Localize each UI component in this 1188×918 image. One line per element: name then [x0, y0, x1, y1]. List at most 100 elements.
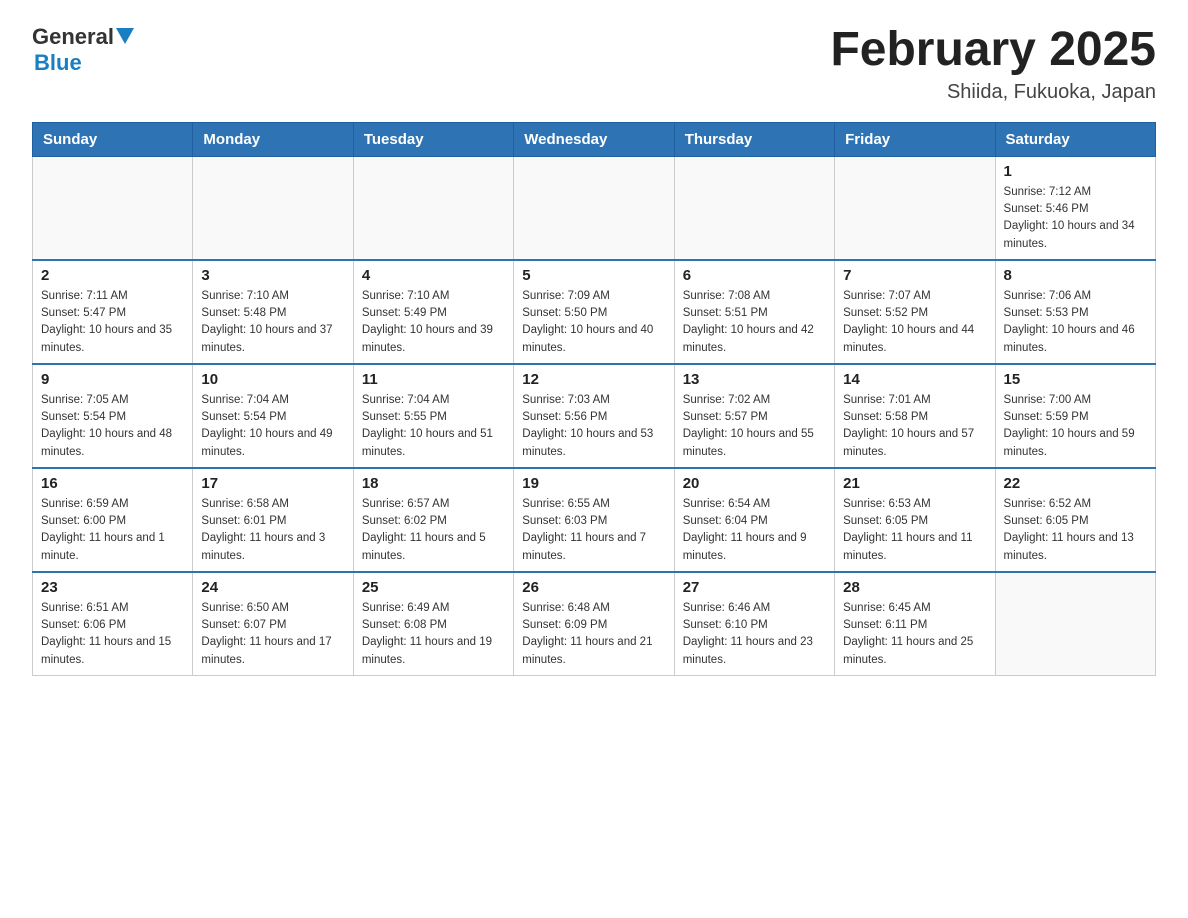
calendar-cell: 17 Sunrise: 6:58 AMSunset: 6:01 PMDayligh… [193, 468, 353, 572]
day-info: Sunrise: 7:05 AMSunset: 5:54 PMDaylight:… [41, 392, 184, 461]
calendar-cell [995, 572, 1155, 676]
calendar-cell: 14 Sunrise: 7:01 AMSunset: 5:58 PMDayligh… [835, 364, 995, 468]
day-number: 17 [201, 475, 344, 492]
calendar-week-4: 23 Sunrise: 6:51 AMSunset: 6:06 PMDayligh… [33, 572, 1156, 676]
day-header-monday: Monday [193, 122, 353, 156]
day-info: Sunrise: 7:01 AMSunset: 5:58 PMDaylight:… [843, 392, 986, 461]
calendar-cell: 13 Sunrise: 7:02 AMSunset: 5:57 PMDayligh… [674, 364, 834, 468]
day-number: 10 [201, 371, 344, 388]
calendar-week-1: 2Sunrise: 7:11 AMSunset: 5:47 PMDaylight… [33, 260, 1156, 364]
calendar-cell [353, 156, 513, 260]
day-number: 18 [362, 475, 505, 492]
page-header: General Blue February 2025 Shiida, Fukuo… [32, 24, 1156, 104]
day-info: Sunrise: 7:10 AMSunset: 5:49 PMDaylight:… [362, 288, 505, 357]
day-info: Sunrise: 7:09 AMSunset: 5:50 PMDaylight:… [522, 288, 665, 357]
days-header-row: SundayMondayTuesdayWednesdayThursdayFrid… [33, 122, 1156, 156]
day-info: Sunrise: 7:04 AMSunset: 5:54 PMDaylight:… [201, 392, 344, 461]
day-header-sunday: Sunday [33, 122, 193, 156]
location-text: Shiida, Fukuoka, Japan [830, 81, 1156, 104]
day-info: Sunrise: 7:06 AMSunset: 5:53 PMDaylight:… [1004, 288, 1147, 357]
calendar-cell [33, 156, 193, 260]
title-section: February 2025 Shiida, Fukuoka, Japan [830, 24, 1156, 104]
day-info: Sunrise: 6:59 AMSunset: 6:00 PMDaylight:… [41, 496, 184, 565]
day-header-friday: Friday [835, 122, 995, 156]
calendar-cell [674, 156, 834, 260]
day-number: 25 [362, 579, 505, 596]
day-info: Sunrise: 7:00 AMSunset: 5:59 PMDaylight:… [1004, 392, 1147, 461]
day-number: 14 [843, 371, 986, 388]
day-number: 11 [362, 371, 505, 388]
calendar-cell: 24 Sunrise: 6:50 AMSunset: 6:07 PMDayligh… [193, 572, 353, 676]
logo-triangle-icon [116, 28, 134, 46]
day-info: Sunrise: 6:45 AMSunset: 6:11 PMDaylight:… [843, 600, 986, 669]
logo-general-text: General [32, 24, 114, 50]
calendar-cell [835, 156, 995, 260]
calendar-cell: 2Sunrise: 7:11 AMSunset: 5:47 PMDaylight… [33, 260, 193, 364]
calendar-cell: 20 Sunrise: 6:54 AMSunset: 6:04 PMDayligh… [674, 468, 834, 572]
day-info: Sunrise: 7:07 AMSunset: 5:52 PMDaylight:… [843, 288, 986, 357]
day-info: Sunrise: 6:48 AMSunset: 6:09 PMDaylight:… [522, 600, 665, 669]
day-info: Sunrise: 7:04 AMSunset: 5:55 PMDaylight:… [362, 392, 505, 461]
day-info: Sunrise: 7:11 AMSunset: 5:47 PMDaylight:… [41, 288, 184, 357]
day-number: 15 [1004, 371, 1147, 388]
calendar-week-3: 16 Sunrise: 6:59 AMSunset: 6:00 PMDayligh… [33, 468, 1156, 572]
calendar-cell: 7Sunrise: 7:07 AMSunset: 5:52 PMDaylight… [835, 260, 995, 364]
day-header-tuesday: Tuesday [353, 122, 513, 156]
calendar-cell: 11 Sunrise: 7:04 AMSunset: 5:55 PMDayligh… [353, 364, 513, 468]
calendar-cell: 4 Sunrise: 7:10 AMSunset: 5:49 PMDaylight… [353, 260, 513, 364]
day-info: Sunrise: 6:53 AMSunset: 6:05 PMDaylight:… [843, 496, 986, 565]
calendar-cell: 26Sunrise: 6:48 AMSunset: 6:09 PMDayligh… [514, 572, 674, 676]
calendar-table: SundayMondayTuesdayWednesdayThursdayFrid… [32, 122, 1156, 676]
day-info: Sunrise: 6:58 AMSunset: 6:01 PMDaylight:… [201, 496, 344, 565]
calendar-cell: 5Sunrise: 7:09 AMSunset: 5:50 PMDaylight… [514, 260, 674, 364]
calendar-cell: 15 Sunrise: 7:00 AMSunset: 5:59 PMDayligh… [995, 364, 1155, 468]
day-header-saturday: Saturday [995, 122, 1155, 156]
calendar-week-2: 9 Sunrise: 7:05 AMSunset: 5:54 PMDaylight… [33, 364, 1156, 468]
day-number: 21 [843, 475, 986, 492]
calendar-cell [193, 156, 353, 260]
day-number: 20 [683, 475, 826, 492]
month-title: February 2025 [830, 24, 1156, 77]
day-info: Sunrise: 6:51 AMSunset: 6:06 PMDaylight:… [41, 600, 184, 669]
calendar-cell: 28 Sunrise: 6:45 AMSunset: 6:11 PMDayligh… [835, 572, 995, 676]
calendar-cell: 25 Sunrise: 6:49 AMSunset: 6:08 PMDayligh… [353, 572, 513, 676]
day-number: 27 [683, 579, 826, 596]
calendar-cell: 19Sunrise: 6:55 AMSunset: 6:03 PMDayligh… [514, 468, 674, 572]
calendar-cell: 27 Sunrise: 6:46 AMSunset: 6:10 PMDayligh… [674, 572, 834, 676]
calendar-cell: 1Sunrise: 7:12 AMSunset: 5:46 PMDaylight… [995, 156, 1155, 260]
day-number: 12 [522, 371, 665, 388]
calendar-cell: 12 Sunrise: 7:03 AMSunset: 5:56 PMDayligh… [514, 364, 674, 468]
day-info: Sunrise: 6:49 AMSunset: 6:08 PMDaylight:… [362, 600, 505, 669]
day-number: 3 [201, 267, 344, 284]
day-header-thursday: Thursday [674, 122, 834, 156]
day-info: Sunrise: 6:54 AMSunset: 6:04 PMDaylight:… [683, 496, 826, 565]
day-number: 22 [1004, 475, 1147, 492]
calendar-cell: 18 Sunrise: 6:57 AMSunset: 6:02 PMDayligh… [353, 468, 513, 572]
calendar-cell: 3 Sunrise: 7:10 AMSunset: 5:48 PMDaylight… [193, 260, 353, 364]
day-info: Sunrise: 7:08 AMSunset: 5:51 PMDaylight:… [683, 288, 826, 357]
calendar-cell: 21 Sunrise: 6:53 AMSunset: 6:05 PMDayligh… [835, 468, 995, 572]
day-number: 24 [201, 579, 344, 596]
day-number: 23 [41, 579, 184, 596]
day-info: Sunrise: 6:52 AMSunset: 6:05 PMDaylight:… [1004, 496, 1147, 565]
calendar-week-0: 1Sunrise: 7:12 AMSunset: 5:46 PMDaylight… [33, 156, 1156, 260]
day-number: 1 [1004, 163, 1147, 180]
day-number: 8 [1004, 267, 1147, 284]
day-info: Sunrise: 6:50 AMSunset: 6:07 PMDaylight:… [201, 600, 344, 669]
day-info: Sunrise: 6:57 AMSunset: 6:02 PMDaylight:… [362, 496, 505, 565]
day-number: 9 [41, 371, 184, 388]
day-info: Sunrise: 7:02 AMSunset: 5:57 PMDaylight:… [683, 392, 826, 461]
day-number: 16 [41, 475, 184, 492]
calendar-cell: 22 Sunrise: 6:52 AMSunset: 6:05 PMDayligh… [995, 468, 1155, 572]
day-info: Sunrise: 6:46 AMSunset: 6:10 PMDaylight:… [683, 600, 826, 669]
day-number: 28 [843, 579, 986, 596]
calendar-cell: 10 Sunrise: 7:04 AMSunset: 5:54 PMDayligh… [193, 364, 353, 468]
day-number: 13 [683, 371, 826, 388]
calendar-cell [514, 156, 674, 260]
calendar-cell: 8 Sunrise: 7:06 AMSunset: 5:53 PMDaylight… [995, 260, 1155, 364]
calendar-cell: 6Sunrise: 7:08 AMSunset: 5:51 PMDaylight… [674, 260, 834, 364]
day-info: Sunrise: 7:10 AMSunset: 5:48 PMDaylight:… [201, 288, 344, 357]
day-number: 4 [362, 267, 505, 284]
day-header-wednesday: Wednesday [514, 122, 674, 156]
day-info: Sunrise: 7:03 AMSunset: 5:56 PMDaylight:… [522, 392, 665, 461]
